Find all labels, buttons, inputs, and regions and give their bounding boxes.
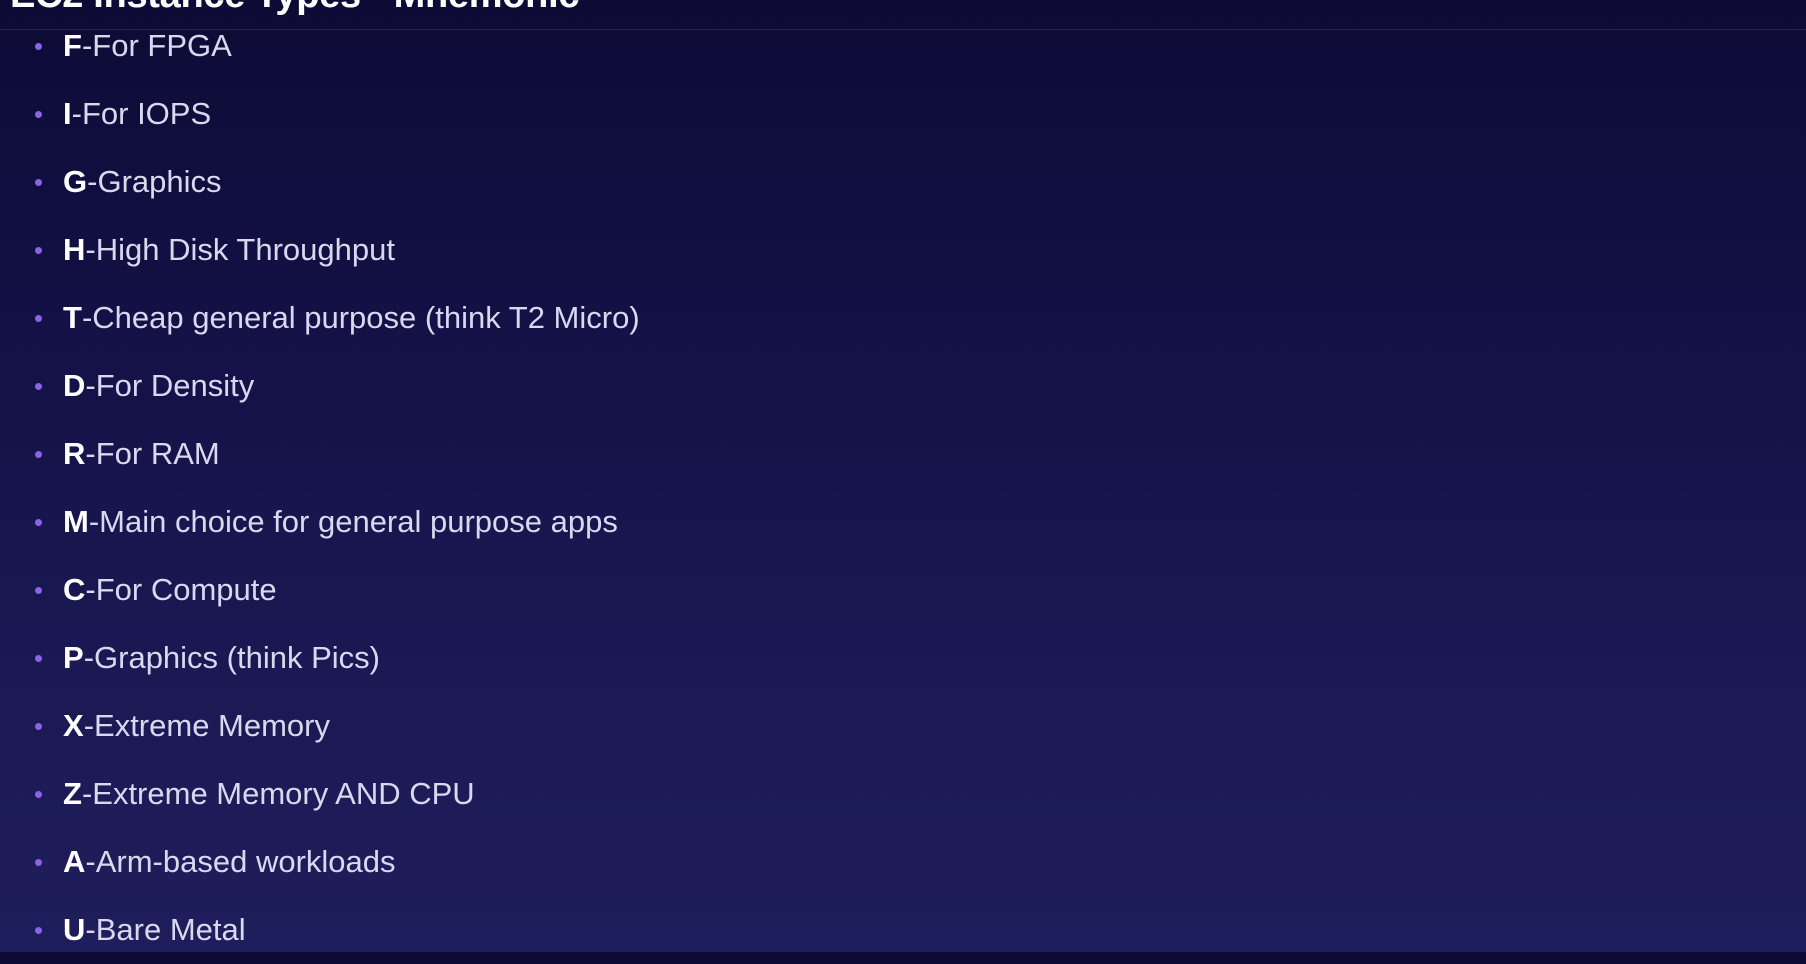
mnemonic-separator: -: [71, 96, 82, 131]
list-item: F - For FPGA: [0, 12, 640, 80]
mnemonic-letter: U: [63, 912, 86, 947]
mnemonic-description: Extreme Memory: [94, 708, 330, 743]
bullet-icon: [35, 927, 42, 934]
mnemonic-separator: -: [83, 640, 95, 675]
mnemonic-letter: R: [63, 436, 86, 471]
mnemonic-description: Cheap general purpose (think T2 Micro): [92, 300, 640, 335]
list-item: U - Bare Metal: [0, 896, 640, 964]
mnemonic-description: Arm-based workloads: [95, 844, 396, 879]
list-item: G - Graphics: [0, 148, 640, 216]
list-item: R - For RAM: [0, 420, 640, 488]
mnemonic-letter: M: [63, 504, 89, 539]
mnemonic-separator: -: [85, 436, 96, 471]
mnemonic-separator: -: [81, 300, 93, 335]
list-item: A - Arm-based workloads: [0, 828, 640, 896]
list-item: Z - Extreme Memory AND CPU: [0, 760, 640, 828]
bullet-icon: [35, 587, 42, 594]
mnemonic-description: Main choice for general purpose apps: [99, 504, 618, 539]
mnemonic-description: Extreme Memory AND CPU: [92, 776, 475, 811]
bullet-icon: [35, 451, 42, 458]
mnemonic-letter: D: [63, 368, 86, 403]
bullet-icon: [35, 519, 42, 526]
mnemonic-separator: -: [85, 912, 96, 947]
list-item: M - Main choice for general purpose apps: [0, 488, 640, 556]
mnemonic-letter: T: [63, 300, 82, 335]
list-item: I - For IOPS: [0, 80, 640, 148]
bullet-icon: [35, 383, 42, 390]
bullet-icon: [35, 111, 42, 118]
mnemonic-separator: -: [85, 368, 96, 403]
mnemonic-letter: H: [63, 232, 86, 267]
mnemonic-description: For RAM: [95, 436, 220, 471]
mnemonic-separator: -: [85, 844, 96, 879]
mnemonic-separator: -: [81, 28, 93, 63]
mnemonic-description: For IOPS: [81, 96, 212, 131]
mnemonic-letter: I: [63, 96, 72, 131]
list-item: X - Extreme Memory: [0, 692, 640, 760]
mnemonic-description: For Density: [95, 368, 255, 403]
mnemonic-letter: G: [63, 164, 88, 199]
bullet-icon: [35, 723, 42, 730]
mnemonic-description: Graphics (think Pics): [94, 640, 380, 675]
list-item: D - For Density: [0, 352, 640, 420]
mnemonic-description: Bare Metal: [95, 912, 246, 947]
mnemonic-description: For Compute: [95, 572, 277, 607]
list-item: P - Graphics (think Pics): [0, 624, 640, 692]
bullet-icon: [35, 655, 42, 662]
bullet-icon: [35, 179, 42, 186]
mnemonic-letter: P: [63, 640, 84, 675]
mnemonic-letter: X: [63, 708, 84, 743]
mnemonic-description: Graphics: [97, 164, 222, 199]
mnemonic-separator: -: [87, 164, 98, 199]
list-item: H - High Disk Throughput: [0, 216, 640, 284]
mnemonic-separator: -: [85, 572, 96, 607]
mnemonic-description: For FPGA: [92, 28, 232, 63]
mnemonic-letter: Z: [63, 776, 82, 811]
mnemonic-list: F - For FPGA I - For IOPS G - Graphics H…: [0, 12, 640, 964]
mnemonic-separator: -: [88, 504, 100, 539]
mnemonic-letter: A: [63, 844, 86, 879]
list-item: C - For Compute: [0, 556, 640, 624]
mnemonic-letter: C: [63, 572, 86, 607]
mnemonic-description: High Disk Throughput: [95, 232, 395, 267]
bullet-icon: [35, 859, 42, 866]
mnemonic-separator: -: [85, 232, 96, 267]
list-item: T - Cheap general purpose (think T2 Micr…: [0, 284, 640, 352]
bullet-icon: [35, 43, 42, 50]
mnemonic-letter: F: [63, 28, 82, 63]
mnemonic-separator: -: [81, 776, 93, 811]
bullet-icon: [35, 315, 42, 322]
mnemonic-separator: -: [83, 708, 95, 743]
bullet-icon: [35, 791, 42, 798]
bullet-icon: [35, 247, 42, 254]
